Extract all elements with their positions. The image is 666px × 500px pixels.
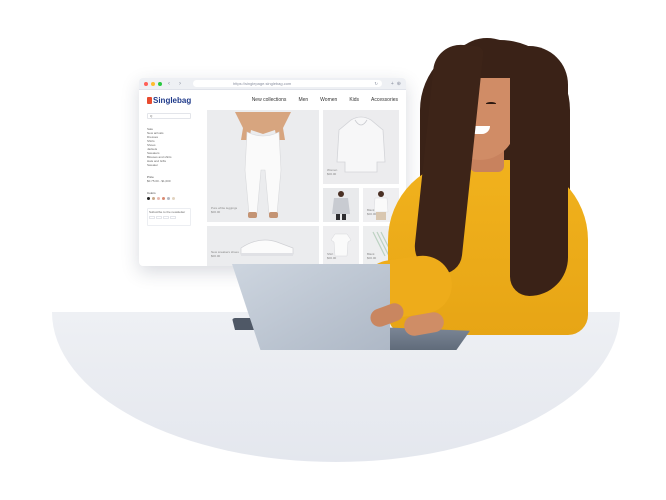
color-swatch[interactable] [167,197,170,200]
browser-window: ‹ › https://singlepage.singlebag.com ↻ +… [139,78,406,266]
colors-filter-label: Colors [147,191,156,195]
newsletter-field[interactable] [149,216,155,219]
newsletter-box: Subscribe to the newsletter [147,208,191,226]
product-image-grey-sweater [323,188,359,222]
person-hair-right [510,46,568,296]
newsletter-field[interactable] [163,216,169,219]
site-header: Singlebag New collections Men Women Kids… [139,90,406,110]
product-label: Women $00.00 [327,168,338,176]
product-image-shirt [323,226,359,266]
logo-icon [147,96,152,104]
price-range[interactable]: $0.75.00 - $1,000 [147,179,191,183]
site-body: Q Sale New arrivals Dresses Shirts Shoes… [139,110,406,266]
color-swatches [147,197,191,200]
back-icon[interactable]: ‹ [165,80,173,88]
product-label: Pure white leggings $00.00 [211,206,238,214]
color-swatch[interactable] [152,197,155,200]
product-card[interactable]: Shirt $00.00 [323,226,359,266]
nav-item-women[interactable]: Women [320,97,337,103]
address-bar[interactable]: https://singlepage.singlebag.com ↻ [193,80,382,87]
product-card[interactable] [323,188,359,222]
color-swatch[interactable] [157,197,160,200]
product-label: Blank $00.00 [367,208,377,216]
browser-toolbar: ‹ › https://singlepage.singlebag.com ↻ +… [139,78,406,90]
category-item[interactable]: Sweater [147,163,191,167]
close-dot-icon[interactable] [144,81,148,86]
new-tab-icon[interactable]: + [391,81,394,87]
nav-item-new-collections[interactable]: New collections [252,97,287,103]
logo-text: Singlebag [153,95,192,105]
color-swatch[interactable] [162,197,165,200]
product-card[interactable]: Women $00.00 [323,110,399,184]
product-label: Blank $00.00 [367,252,377,260]
reload-icon[interactable]: ↻ [375,80,378,87]
color-swatch[interactable] [172,197,175,200]
product-card[interactable]: New sneakers shoes $00.00 [207,226,319,266]
filter-sidebar: Q Sale New arrivals Dresses Shirts Shoes… [139,110,199,266]
browser-menu-icon[interactable]: ⊕ [397,81,401,87]
forward-icon[interactable]: › [176,80,184,88]
product-card[interactable]: Pure white leggings $00.00 [207,110,319,222]
url-text: https://singlepage.singlebag.com [233,81,292,86]
product-image-sneakers [207,226,319,266]
nav-item-kids[interactable]: Kids [349,97,359,103]
person-eye [486,102,496,105]
color-swatch[interactable] [147,197,150,200]
newsletter-label: Subscribe to the newsletter [149,210,186,214]
site-logo[interactable]: Singlebag [147,96,191,105]
nav-item-men[interactable]: Men [298,97,308,103]
newsletter-field[interactable] [156,216,162,219]
product-label: New sneakers shoes $00.00 [211,250,239,258]
search-input[interactable]: Q [147,113,191,119]
maximize-dot-icon[interactable] [158,81,162,86]
main-nav: New collections Men Women Kids Accessori… [252,97,398,103]
category-list: Sale New arrivals Dresses Shirts Shoes J… [147,127,191,167]
product-label: Shirt $00.00 [327,252,337,260]
newsletter-field[interactable] [170,216,176,219]
nav-item-accessories[interactable]: Accessories [371,97,398,103]
minimize-dot-icon[interactable] [151,81,155,86]
product-grid: Pure white leggings $00.00 Women $00.00 [199,110,406,266]
